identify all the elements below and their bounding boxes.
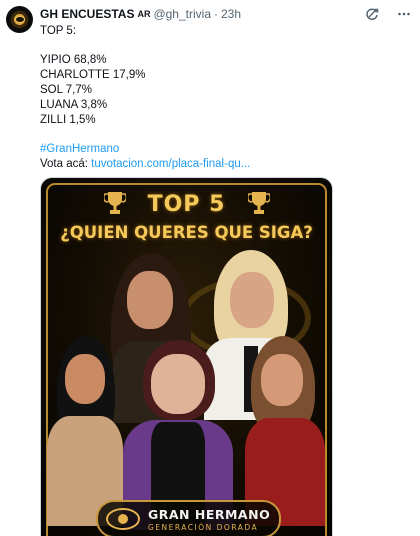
- badge-title: GRAN HERMANO: [148, 506, 271, 522]
- tweet-text: TOP 5: YIPIO 68,8% CHARLOTTE 17,9% SOL 7…: [40, 24, 380, 172]
- result-line: LUANA 3,8%: [40, 99, 108, 111]
- header-actions: [364, 6, 412, 22]
- tweet-header: GH ENCUESTAS AR @gh_trivia · 23h: [40, 6, 410, 22]
- separator-dot: ·: [214, 7, 218, 21]
- badge-subtitle: GENERACIÓN DORADA: [148, 522, 259, 532]
- hashtag-link[interactable]: #GranHermano: [40, 142, 380, 157]
- display-name[interactable]: GH ENCUESTAS: [40, 7, 134, 21]
- intro-line: TOP 5:: [40, 25, 77, 37]
- result-line: YIPIO 68,8%: [40, 54, 107, 66]
- user-handle[interactable]: @gh_trivia: [153, 7, 211, 21]
- result-line: CHARLOTTE 17,9%: [40, 69, 146, 81]
- vote-line: Vota acá: tuvotacion.com/placa-final-qu.…: [40, 157, 380, 172]
- country-tag: AR: [137, 9, 151, 19]
- vote-url-link[interactable]: tuvotacion.com/placa-final-qu...: [91, 158, 250, 170]
- tweet-media-image[interactable]: TOP 5 ¿QUIEN QUERES QUE SIGA? GRAN HERMA…: [40, 177, 333, 536]
- tweet-card[interactable]: GH ENCUESTAS AR @gh_trivia · 23h TOP 5: …: [0, 0, 420, 536]
- timestamp[interactable]: 23h: [221, 7, 241, 21]
- vote-prefix: Vota acá:: [40, 158, 92, 170]
- contestant-figure: [45, 336, 125, 526]
- result-line: ZILLI 1,5%: [40, 114, 96, 126]
- grok-refresh-icon[interactable]: [364, 6, 380, 22]
- result-line: SOL 7,7%: [40, 84, 92, 96]
- more-options-icon[interactable]: [396, 6, 412, 22]
- gh-eye-logo-icon: [106, 508, 140, 530]
- media-subtitle: ¿QUIEN QUERES QUE SIGA?: [60, 223, 313, 242]
- account-avatar[interactable]: [6, 6, 33, 33]
- gran-hermano-badge: GRAN HERMANO GENERACIÓN DORADA: [96, 500, 281, 536]
- media-title: TOP 5: [147, 192, 226, 217]
- gh-eye-logo-icon: [14, 16, 25, 23]
- contestant-figure: [241, 336, 331, 526]
